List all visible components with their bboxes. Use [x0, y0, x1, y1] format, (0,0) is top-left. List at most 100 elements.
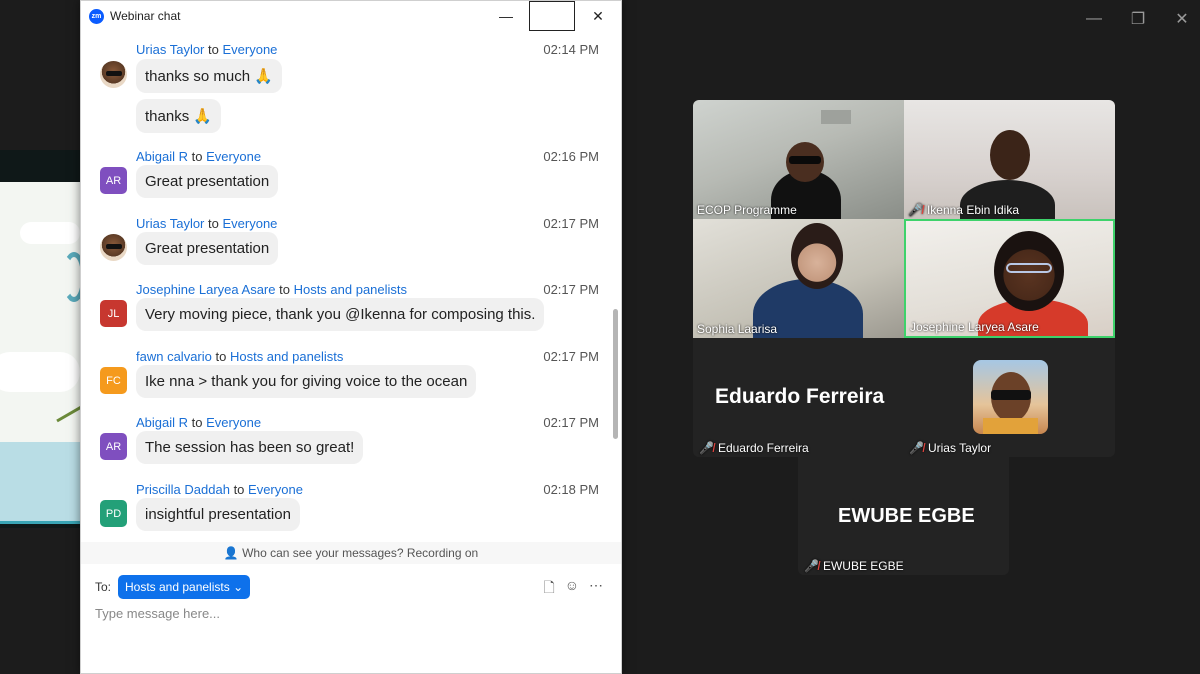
- to-word: to: [215, 349, 227, 364]
- maximize-icon: [529, 1, 575, 31]
- video-tile-ikenna-ebin-idika[interactable]: 🎤̸ Ikenna Ebin Idika: [904, 100, 1115, 219]
- message-bubble[interactable]: Great presentation: [136, 165, 279, 198]
- cloud-graphic: [20, 222, 80, 244]
- sender-name[interactable]: Abigail R: [136, 149, 188, 164]
- sender-name[interactable]: Priscilla Daddah: [136, 482, 230, 497]
- participant-name: Sophia Laarisa: [697, 322, 778, 336]
- mic-off-icon: 🎤̸: [909, 441, 924, 455]
- chat-window-controls: — ✕: [483, 1, 621, 31]
- participant-name: 🎤̸ Urias Taylor: [909, 441, 992, 455]
- slide-content: [0, 182, 80, 522]
- mic-off-icon: 🎤̸: [804, 559, 819, 573]
- participant-name: 🎤̸ EWUBE EGBE: [804, 559, 904, 573]
- to-word: to: [208, 216, 219, 231]
- to-word: to: [279, 282, 290, 297]
- message-header: Josephine Laryea Asare to Hosts and pane…: [136, 282, 407, 297]
- video-tile-eduardo-ferreira-urias-taylor[interactable]: Eduardo Ferreira 🎤̸ Eduardo Ferreira 🎤̸ Ur…: [693, 338, 1115, 457]
- message-header: Abigail R to Everyone: [136, 149, 261, 164]
- message-header: Urias Taylor to Everyone: [136, 216, 277, 231]
- mic-off-icon: 🎤̸: [908, 203, 923, 217]
- message-bubble[interactable]: thanks 🙏: [136, 99, 222, 133]
- message-time: 02:14 PM: [543, 42, 599, 57]
- recipient-select-value: Hosts and panelists: [125, 580, 230, 594]
- compose-area: To: Hosts and panelists ⌄ 🗋 ☺ ⋯ Type mes…: [81, 567, 621, 674]
- recipient-select[interactable]: Hosts and panelists ⌄: [118, 575, 251, 599]
- sender-avatar: JL: [100, 300, 127, 327]
- sunglasses: [991, 390, 1031, 400]
- recipient-name: Everyone: [206, 415, 262, 430]
- zoom-logo-icon: zm: [89, 8, 104, 24]
- recipient-name: Everyone: [248, 482, 303, 497]
- message-time: 02:17 PM: [543, 349, 599, 364]
- participant-display-name: EWUBE EGBE: [838, 505, 975, 527]
- video-tile-josephine-laryea-asare[interactable]: Josephine Laryea Asare: [904, 219, 1115, 338]
- message-bubble[interactable]: Ike nna > thank you for giving voice to …: [136, 365, 477, 398]
- maximize-button[interactable]: [529, 1, 575, 31]
- mic-off-icon: 🎤̸: [699, 441, 714, 455]
- participant-head: [990, 130, 1030, 180]
- close-icon[interactable]: ✕: [1174, 8, 1190, 30]
- chat-title: Webinar chat: [110, 9, 181, 23]
- sender-avatar: AR: [100, 167, 127, 194]
- cloud-graphic: [0, 352, 80, 392]
- plant-graphic: [56, 404, 80, 423]
- more-icon[interactable]: ⋯: [589, 577, 603, 601]
- minimize-button[interactable]: —: [483, 1, 529, 31]
- sender-name[interactable]: Urias Taylor: [136, 42, 204, 57]
- message-bubble[interactable]: Very moving piece, thank you @Ikenna for…: [136, 298, 545, 331]
- to-label: To:: [95, 580, 112, 594]
- message-input[interactable]: Type message here...: [95, 606, 220, 621]
- message-bubble[interactable]: The session has been so great!: [136, 431, 364, 464]
- recipient-name: Everyone: [222, 42, 278, 57]
- meeting-window-controls: — ❐ ✕: [1086, 8, 1190, 30]
- emoji-icon[interactable]: ☺: [565, 577, 579, 601]
- restore-icon[interactable]: ❐: [1130, 8, 1146, 30]
- chat-scrollbar[interactable]: [613, 309, 618, 439]
- message-time: 02:17 PM: [543, 282, 599, 297]
- file-icon[interactable]: 🗋: [543, 577, 554, 601]
- participant-avatar: [973, 360, 1048, 434]
- message-bubble[interactable]: thanks so much 🙏: [136, 59, 282, 93]
- participant-display-name: Eduardo Ferreira: [715, 385, 885, 408]
- message-time: 02:17 PM: [543, 415, 599, 430]
- message-header: fawn calvario to Hosts and panelists: [136, 349, 343, 364]
- to-word: to: [191, 149, 203, 164]
- sender-name[interactable]: Josephine Laryea Asare: [136, 282, 275, 297]
- chevron-down-icon: ⌄: [233, 580, 244, 594]
- chat-titlebar: zm Webinar chat — ✕: [81, 1, 621, 31]
- recipient-name: Everyone: [206, 149, 262, 164]
- privacy-notice-text: Who can see your messages? Recording on: [242, 546, 479, 560]
- minimize-icon[interactable]: —: [1086, 8, 1102, 30]
- chat-message-list[interactable]: Urias Taylor to Everyone 02:14 PM thanks…: [81, 31, 621, 541]
- shared-screen: [0, 150, 80, 528]
- participant-name: ECOP Programme: [697, 203, 797, 217]
- video-tile-ecop-programme[interactable]: ECOP Programme: [693, 100, 904, 219]
- close-button[interactable]: ✕: [575, 1, 621, 31]
- sender-name[interactable]: Abigail R: [136, 415, 188, 430]
- video-tile-ewube-egbe[interactable]: EWUBE EGBE 🎤̸ EWUBE EGBE: [798, 457, 1009, 575]
- compose-toolbar: 🗋 ☺ ⋯: [543, 577, 603, 601]
- recipient-name: Hosts and panelists: [229, 349, 344, 364]
- sea-graphic: [0, 442, 80, 522]
- sender-avatar: PD: [100, 500, 127, 527]
- participant-name: Josephine Laryea Asare: [910, 320, 1039, 334]
- sender-name[interactable]: fawn calvario: [136, 349, 212, 364]
- sender-name[interactable]: Urias Taylor: [136, 216, 204, 231]
- message-time: 02:18 PM: [543, 482, 599, 497]
- message-bubble[interactable]: Great presentation: [136, 232, 279, 265]
- participant-shirt: [983, 418, 1038, 434]
- participant-name: 🎤̸ Ikenna Ebin Idika: [908, 203, 1020, 217]
- sender-avatar: [100, 61, 127, 88]
- to-word: to: [208, 42, 219, 57]
- message-bubble[interactable]: insightful presentation: [136, 498, 300, 531]
- message-header: Priscilla Daddah to Everyone: [136, 482, 303, 497]
- privacy-notice[interactable]: 👤 Who can see your messages? Recording o…: [81, 542, 621, 564]
- eyeglasses: [1006, 263, 1052, 273]
- message-header: Abigail R to Everyone: [136, 415, 261, 430]
- user-icon: 👤: [223, 546, 239, 560]
- video-tile-sophia-laarisa[interactable]: Sophia Laarisa: [693, 219, 904, 338]
- message-time: 02:16 PM: [543, 149, 599, 164]
- sender-avatar: AR: [100, 433, 127, 460]
- swirl-graphic: [62, 252, 80, 302]
- to-word: to: [233, 482, 245, 497]
